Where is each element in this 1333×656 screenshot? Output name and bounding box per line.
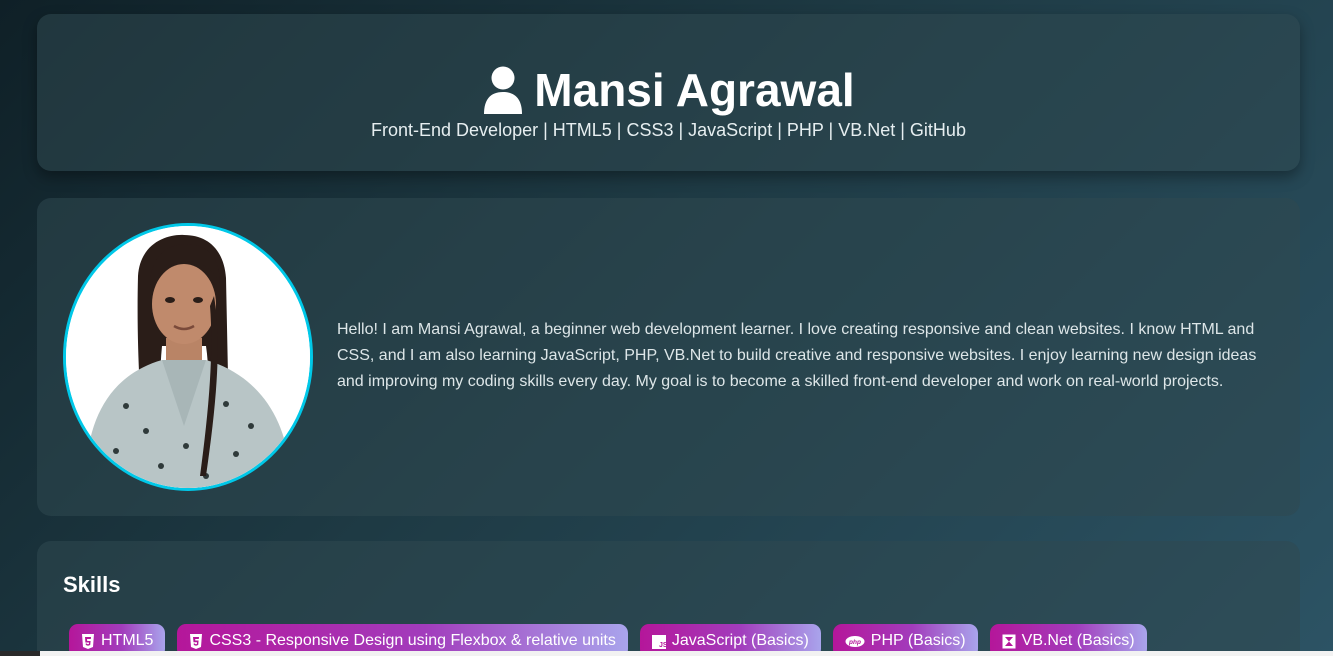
profile-photo xyxy=(63,223,313,491)
svg-text:JS: JS xyxy=(659,642,666,649)
name-row: Mansi Agrawal xyxy=(37,64,1300,116)
about-card: Hello! I am Mansi Agrawal, a beginner we… xyxy=(37,198,1300,516)
html5-icon xyxy=(81,633,95,649)
skill-label: HTML5 xyxy=(101,632,154,649)
skills-card: Skills HTML5 CSS3 - Responsive Design us… xyxy=(37,541,1300,656)
skills-title: Skills xyxy=(63,572,121,597)
skill-label: CSS3 - Responsive Design using Flexbox &… xyxy=(209,632,616,649)
svg-text:php: php xyxy=(848,639,861,646)
skill-label: VB.Net (Basics) xyxy=(1021,632,1135,649)
about-text: Hello! I am Mansi Agrawal, a beginner we… xyxy=(337,321,1257,390)
skill-label: PHP (Basics) xyxy=(870,632,966,649)
css3-icon xyxy=(189,633,203,649)
php-icon: php xyxy=(845,634,865,649)
vbnet-icon xyxy=(1002,634,1016,649)
profile-name: Mansi Agrawal xyxy=(534,64,855,116)
bottom-edge-segment xyxy=(0,651,40,656)
tagline: Front-End Developer | HTML5 | CSS3 | Jav… xyxy=(371,120,966,140)
window-bottom-edge xyxy=(0,651,1333,656)
header-card: Mansi Agrawal Front-End Developer | HTML… xyxy=(37,14,1300,171)
skill-label: JavaScript (Basics) xyxy=(671,632,809,649)
javascript-icon: JS xyxy=(651,634,668,649)
user-icon xyxy=(482,66,524,114)
